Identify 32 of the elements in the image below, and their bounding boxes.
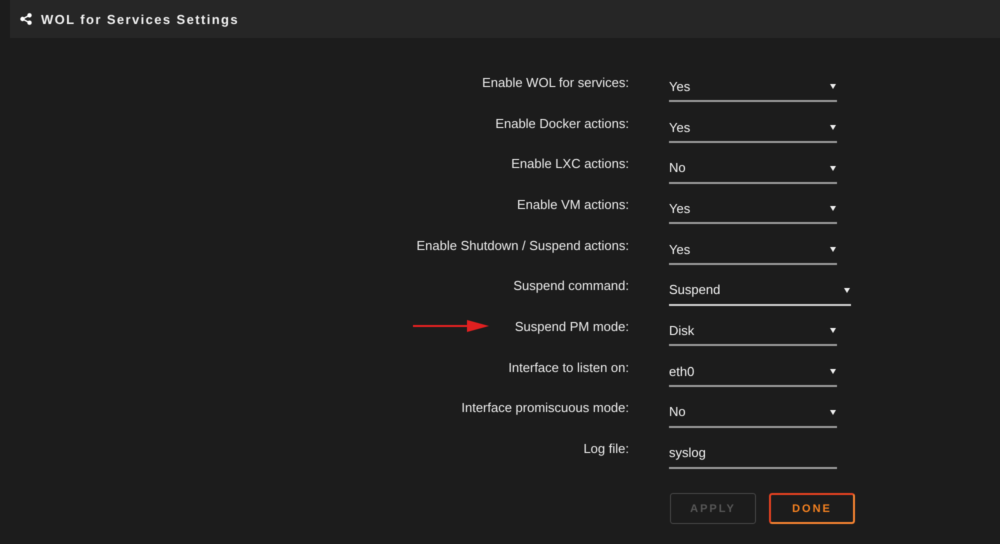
select-field[interactable]: Yes — [669, 72, 837, 102]
select-field[interactable]: No — [669, 154, 837, 184]
done-button[interactable]: DONE — [769, 493, 855, 524]
select-field[interactable]: Yes — [669, 194, 837, 224]
setting-label: Suspend command: — [513, 278, 629, 294]
setting-label: Enable Docker actions: — [495, 116, 629, 131]
setting-label: Enable VM actions: — [516, 196, 629, 212]
setting-label: Interface to listen on: — [508, 360, 629, 375]
select-field[interactable]: No — [669, 398, 837, 428]
caret-icon — [830, 246, 836, 252]
setting-label: Enable WOL for services: — [482, 74, 629, 90]
caret-icon — [830, 83, 836, 90]
caret-icon — [830, 408, 836, 415]
select-field[interactable]: eth0 — [669, 357, 837, 388]
caret-icon — [830, 368, 836, 374]
caret-icon — [830, 164, 836, 171]
input-field[interactable]: syslog — [669, 438, 837, 469]
caret-icon — [844, 286, 850, 293]
select-field[interactable]: Yes — [669, 113, 837, 144]
setting-label: Enable LXC actions: — [511, 156, 629, 172]
select-field[interactable]: Disk — [669, 316, 837, 346]
select-field[interactable]: Suspend — [669, 276, 851, 306]
setting-label: Interface promiscuous mode: — [461, 400, 629, 416]
setting-label: Suspend PM mode: — [514, 318, 629, 334]
setting-label: Enable Shutdown / Suspend actions: — [416, 238, 629, 253]
select-field[interactable]: Yes — [669, 235, 837, 266]
share-icon — [20, 13, 32, 25]
caret-icon — [830, 327, 836, 334]
caret-icon — [830, 205, 836, 212]
caret-icon — [830, 124, 836, 130]
setting-label: Log file: — [583, 441, 629, 456]
panel-title: WOL for Services Settings — [41, 12, 240, 26]
